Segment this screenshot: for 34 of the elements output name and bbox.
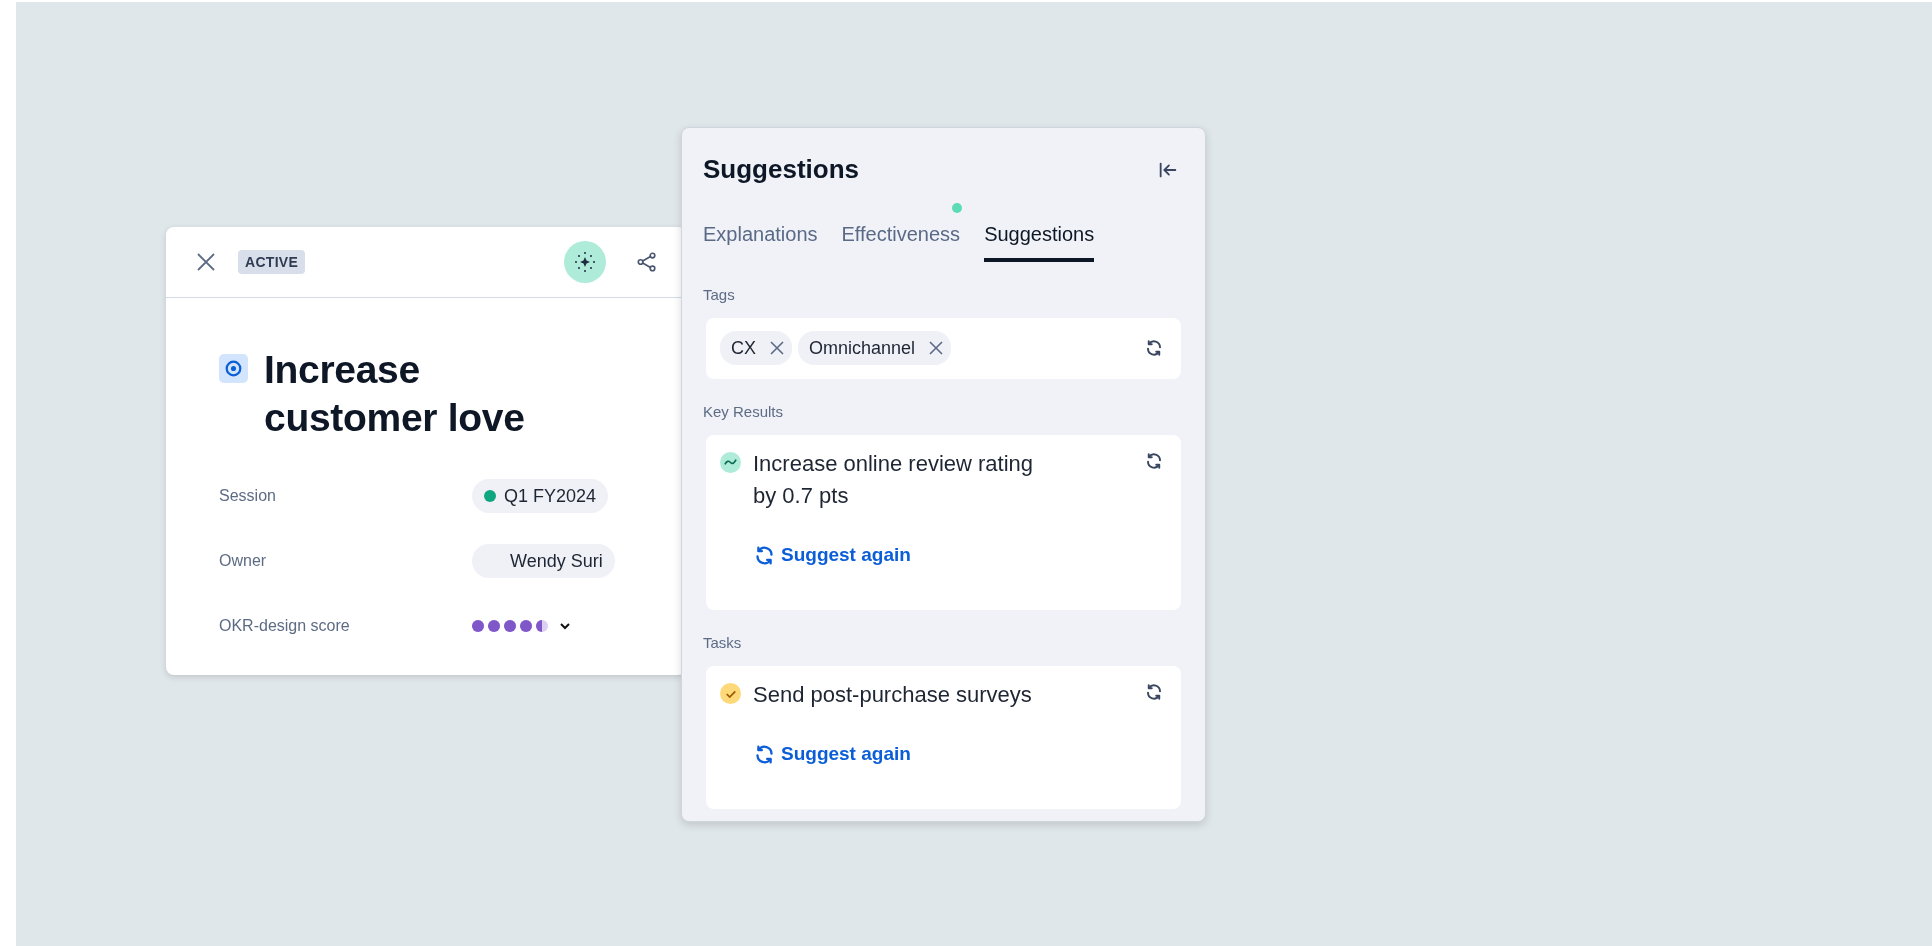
suggestion-text: Increase online review rating by 0.7 pts: [753, 450, 1035, 510]
refresh-icon: [1145, 683, 1163, 701]
objective-title: Increase customer love: [264, 347, 526, 441]
panel-title: Suggestions: [703, 154, 859, 185]
section-heading: Key Results: [703, 403, 785, 420]
tab[interactable]: Suggestions: [984, 223, 1095, 262]
status-dot: [484, 490, 496, 502]
value-chip[interactable]: Wendy Suri: [472, 544, 615, 578]
tab[interactable]: Explanations: [703, 223, 818, 262]
tab[interactable]: Effectiveness: [841, 223, 961, 262]
sparkle-icon: [575, 252, 595, 272]
tags-field[interactable]: CX Omnichannel: [706, 318, 1181, 379]
trend-icon: [720, 452, 741, 473]
refresh-icon: [754, 743, 775, 765]
check-icon: [720, 683, 741, 704]
refresh-icon: [1145, 339, 1163, 357]
target-icon: [219, 354, 248, 383]
suggestion-text: Send post-purchase surveys: [753, 681, 1033, 709]
field-label: Owner: [219, 552, 268, 570]
field-label: Session: [219, 487, 277, 505]
tag-label: CX: [731, 337, 756, 359]
field-label: OKR-design score: [219, 617, 351, 635]
remove-tag-button[interactable]: [770, 341, 784, 355]
refresh-icon: [1145, 452, 1163, 470]
section-heading: Tasks: [703, 634, 743, 651]
suggest-again-link[interactable]: Suggest again: [754, 743, 911, 765]
value-chip[interactable]: Q1 FY2024: [472, 479, 609, 513]
suggest-again-link[interactable]: Suggest again: [754, 544, 911, 566]
status-badge: ACTIVE: [238, 250, 306, 274]
refresh-icon: [754, 544, 775, 566]
tag-label: Omnichannel: [809, 337, 916, 359]
remove-tag-button[interactable]: [929, 341, 944, 355]
sparkle-button[interactable]: [564, 241, 606, 283]
section-heading: Tags: [703, 286, 736, 303]
